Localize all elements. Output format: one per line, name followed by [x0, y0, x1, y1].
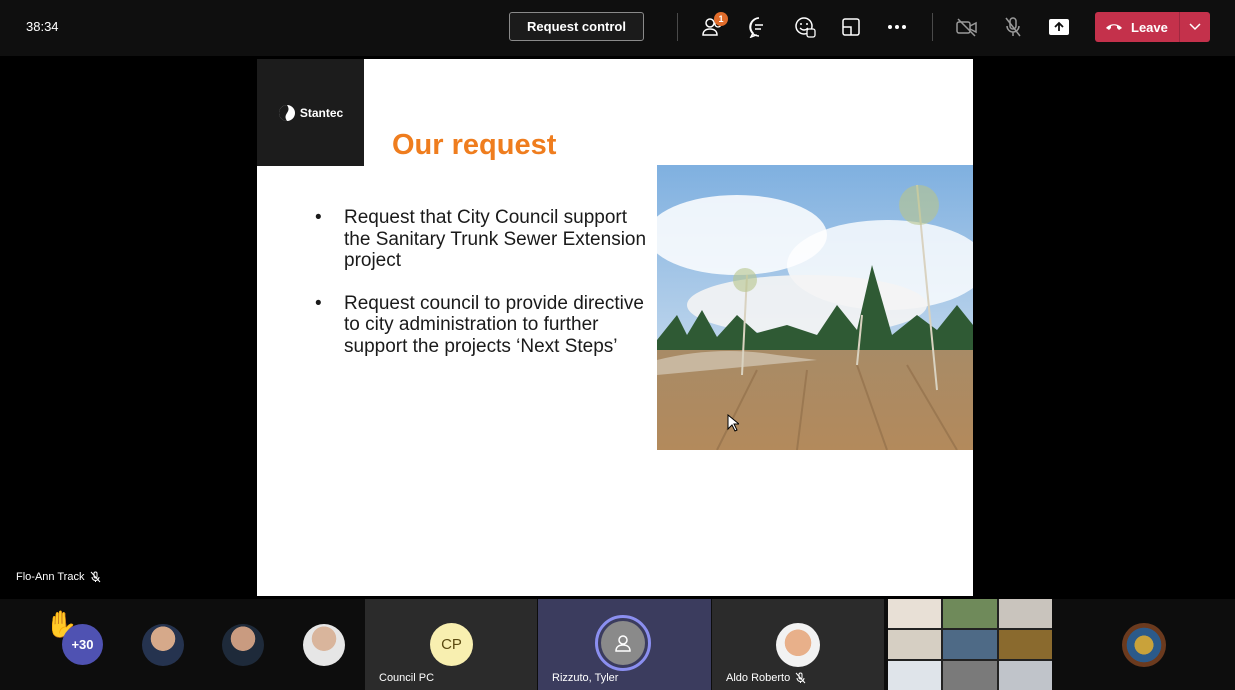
- video-feed: [943, 599, 997, 628]
- share-icon[interactable]: [1045, 13, 1073, 41]
- mic-off-icon[interactable]: [999, 13, 1027, 41]
- meeting-toolbar: 38:34 Request control 1 Leave: [0, 0, 1235, 56]
- speaking-ring: [595, 615, 651, 671]
- avatar: [601, 621, 645, 665]
- camera-off-icon[interactable]: [953, 13, 981, 41]
- slide-title: Our request: [392, 129, 557, 161]
- participant-name: Council PC: [379, 672, 435, 684]
- chat-icon[interactable]: [745, 13, 773, 41]
- people-icon[interactable]: 1: [699, 12, 728, 41]
- slide-photo: [657, 165, 973, 450]
- avatar[interactable]: [142, 624, 184, 666]
- city-crest-avatar[interactable]: [1122, 623, 1166, 667]
- video-feed: [998, 630, 1052, 659]
- meeting-timer: 38:34: [26, 19, 59, 34]
- toolbar-divider: [677, 13, 678, 41]
- person-icon: [615, 635, 631, 652]
- more-participants-button[interactable]: +30: [62, 624, 103, 665]
- overflow-tile: ✋ +30: [0, 599, 364, 690]
- avatar[interactable]: [303, 624, 345, 666]
- mic-off-icon: [795, 672, 806, 684]
- video-feed: [998, 661, 1052, 690]
- bullet-text: Request that City Council support the Sa…: [344, 207, 647, 271]
- video-feed: [888, 599, 942, 628]
- participants-badge: 1: [714, 12, 728, 26]
- video-feed: [943, 630, 997, 659]
- toolbar-divider: [932, 13, 933, 41]
- presenter-name: Flo-Ann Track: [16, 571, 85, 583]
- participant-strip: ✋ +30 CP Council PC Rizzuto, Tyler Aldo …: [0, 599, 1235, 690]
- video-gallery-tile[interactable]: [888, 599, 1052, 690]
- video-feed: [943, 661, 997, 690]
- logo-text: Stantec: [299, 105, 344, 120]
- rooms-icon[interactable]: [837, 13, 865, 41]
- video-feed: [998, 599, 1052, 628]
- avatar[interactable]: [222, 624, 264, 666]
- bullet-dot: •: [315, 207, 322, 228]
- stantec-logo: Stantec: [257, 59, 364, 166]
- mouse-pointer-icon: [727, 414, 739, 432]
- reactions-icon[interactable]: [791, 13, 819, 41]
- video-feed: [888, 630, 942, 659]
- list-item: • Request that City Council support the S…: [315, 207, 650, 272]
- more-icon[interactable]: [883, 13, 911, 41]
- presenter-label: Flo-Ann Track: [16, 571, 101, 583]
- participant-tile-rizzuto-tyler[interactable]: Rizzuto, Tyler: [538, 599, 711, 690]
- logo-mark-icon: [278, 104, 295, 121]
- slide-bullet-list: • Request that City Council support the S…: [315, 207, 650, 378]
- avatar: CP: [430, 623, 473, 666]
- request-control-button[interactable]: Request control: [509, 12, 644, 41]
- mic-off-icon: [91, 571, 101, 583]
- bullet-text: Request council to provide directive to …: [344, 292, 644, 357]
- participant-tile-council-pc[interactable]: CP Council PC: [365, 599, 537, 690]
- phone-icon: [1106, 24, 1122, 30]
- leave-button[interactable]: Leave: [1095, 12, 1179, 42]
- chevron-down-icon[interactable]: [1180, 12, 1210, 42]
- leave-label: Leave: [1131, 19, 1168, 35]
- shared-slide: Stantec Our request • Request that City C…: [257, 59, 973, 596]
- participant-name: Aldo Roberto: [726, 672, 791, 684]
- list-item: • Request council to provide directive to…: [315, 293, 650, 358]
- participant-tile-aldo-roberto[interactable]: Aldo Roberto: [712, 599, 884, 690]
- bullet-dot: •: [315, 292, 322, 314]
- leave-button-group: Leave: [1095, 12, 1210, 42]
- video-feed: [888, 661, 942, 690]
- avatar: [776, 623, 820, 667]
- participant-name: Rizzuto, Tyler: [552, 672, 619, 684]
- participant-name-row: Aldo Roberto: [726, 672, 806, 684]
